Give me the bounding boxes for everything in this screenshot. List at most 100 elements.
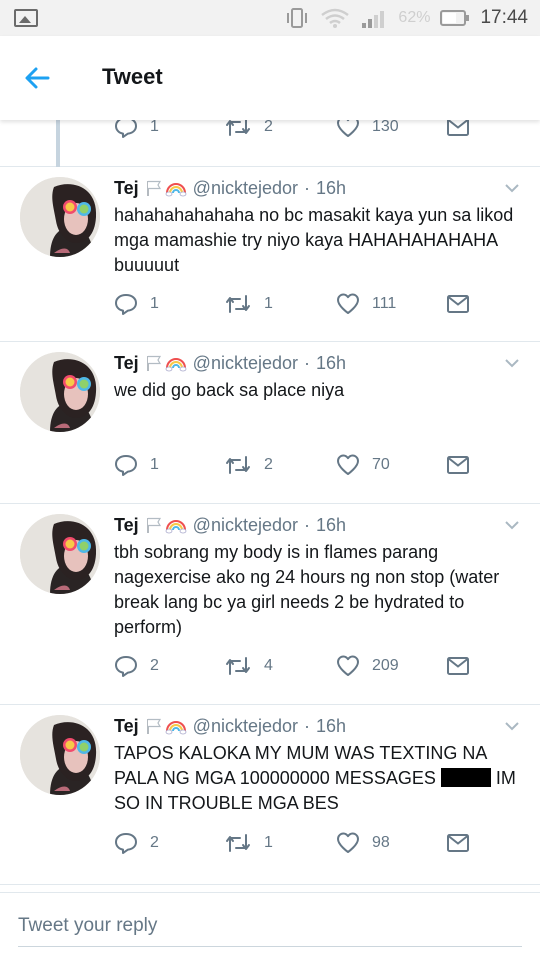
redaction-box xyxy=(440,768,491,787)
gallery-notification-icon xyxy=(14,9,38,27)
tweet[interactable]: Tej @nicktejedor · 16h TAPOS KALOKA MY M… xyxy=(0,705,540,885)
like-action[interactable]: 111 xyxy=(336,291,396,317)
avatar-photo xyxy=(20,715,100,795)
retweet-count: 2 xyxy=(264,118,273,135)
retweet-action[interactable]: 1 xyxy=(224,830,273,856)
like-count: 111 xyxy=(372,295,397,312)
heart-icon xyxy=(337,832,359,853)
heart-icon xyxy=(337,655,359,676)
chevron-down-icon[interactable] xyxy=(504,718,520,734)
like-count: 70 xyxy=(372,456,390,473)
heart-icon xyxy=(337,293,359,314)
avatar[interactable] xyxy=(20,715,100,795)
rainbow-icon xyxy=(165,520,187,534)
tweet[interactable]: Tej @nicktejedor · 16h tbh sobrang my bo… xyxy=(0,504,540,705)
like-action[interactable]: 209 xyxy=(336,653,399,679)
avatar-photo xyxy=(20,352,100,432)
heart-icon xyxy=(337,454,359,475)
retweet-icon xyxy=(226,456,250,474)
reply-action[interactable]: 2 xyxy=(114,653,159,679)
display-name[interactable]: Tej xyxy=(114,515,139,536)
tweet-actions: 1 1 111 xyxy=(114,291,484,317)
retweet-icon xyxy=(226,834,250,852)
chevron-down-icon[interactable] xyxy=(504,517,520,533)
retweet-count: 2 xyxy=(264,456,273,473)
reply-count: 2 xyxy=(150,657,159,674)
like-count: 209 xyxy=(372,657,399,674)
reply-icon xyxy=(115,656,137,677)
envelope-icon xyxy=(447,456,469,474)
retweet-action[interactable]: 2 xyxy=(224,452,273,478)
avatar[interactable] xyxy=(20,514,100,594)
tweet-header: Tej @nicktejedor · 16h xyxy=(114,176,346,200)
timestamp[interactable]: 16h xyxy=(316,716,346,737)
tweet-header: Tej @nicktejedor · 16h xyxy=(114,351,346,375)
tweet-actions: 1 2 70 xyxy=(114,452,484,478)
tweet[interactable]: Tej @nicktejedor · 16h we did go back sa… xyxy=(0,342,540,504)
username[interactable]: @nicktejedor xyxy=(193,716,298,737)
status-bar: 62% 17:44 xyxy=(0,0,540,36)
page-title: Tweet xyxy=(102,64,163,89)
dm-action[interactable] xyxy=(446,830,470,856)
chevron-down-icon[interactable] xyxy=(504,355,520,371)
battery-percent: 62% xyxy=(398,9,431,26)
back-arrow-icon[interactable] xyxy=(22,63,52,93)
avatar[interactable] xyxy=(20,352,100,432)
separator-dot: · xyxy=(304,352,310,373)
reply-count: 2 xyxy=(150,834,159,851)
retweet-action[interactable]: 1 xyxy=(224,291,273,317)
avatar[interactable] xyxy=(20,177,100,257)
rainbow-icon xyxy=(165,183,187,197)
retweet-action[interactable]: 4 xyxy=(224,653,273,679)
battery-icon xyxy=(440,10,470,26)
reply-icon xyxy=(115,294,137,315)
reply-count: 1 xyxy=(150,295,159,312)
display-name[interactable]: Tej xyxy=(114,716,139,737)
thread-line xyxy=(56,120,60,167)
tweet-text-part: TAPOS KALOKA MY MUM WAS TEXTING NA PALA … xyxy=(114,743,487,788)
like-count: 98 xyxy=(372,834,390,851)
separator-dot: · xyxy=(304,177,310,198)
tweet-actions: 2 1 98 xyxy=(114,830,484,856)
tweet-actions: 2 4 209 xyxy=(114,653,484,679)
dm-action[interactable] xyxy=(446,452,470,478)
timestamp[interactable]: 16h xyxy=(316,178,346,199)
signal-icon xyxy=(362,11,385,28)
clock: 17:44 xyxy=(480,7,528,28)
like-action[interactable]: 98 xyxy=(336,830,390,856)
timestamp[interactable]: 16h xyxy=(316,353,346,374)
tweet-text: we did go back sa place niya xyxy=(114,380,345,400)
reply-input[interactable] xyxy=(18,911,522,947)
tweet-text: hahahahahahaha no bc masakit kaya yun sa… xyxy=(114,205,514,275)
reply-action[interactable]: 1 xyxy=(114,291,159,317)
envelope-icon xyxy=(447,657,469,675)
username[interactable]: @nicktejedor xyxy=(193,515,298,536)
app-header: Tweet xyxy=(0,36,540,120)
tweet[interactable]: Tej @nicktejedor · 16h hahahahahahaha no… xyxy=(0,167,540,342)
avatar-photo xyxy=(20,514,100,594)
dm-action[interactable] xyxy=(446,653,470,679)
chevron-down-icon[interactable] xyxy=(504,180,520,196)
vibrate-icon xyxy=(287,8,308,28)
display-name[interactable]: Tej xyxy=(114,353,139,374)
reply-icon xyxy=(115,833,137,854)
retweet-icon xyxy=(226,295,250,313)
avatar-photo xyxy=(20,177,100,257)
username[interactable]: @nicktejedor xyxy=(193,178,298,199)
retweet-count: 1 xyxy=(264,834,273,851)
separator-dot: · xyxy=(304,715,310,736)
dm-action[interactable] xyxy=(446,291,470,317)
white-flag-icon xyxy=(146,718,161,734)
username[interactable]: @nicktejedor xyxy=(193,353,298,374)
like-action[interactable]: 70 xyxy=(336,452,390,478)
reply-action[interactable]: 2 xyxy=(114,830,159,856)
retweet-count: 4 xyxy=(264,657,273,674)
tweet-text: tbh sobrang my body is in flames parang … xyxy=(114,542,500,637)
envelope-icon xyxy=(447,295,469,313)
reply-action[interactable]: 1 xyxy=(114,452,159,478)
reply-count: 1 xyxy=(150,118,159,135)
white-flag-icon xyxy=(146,180,161,196)
envelope-icon xyxy=(447,834,469,852)
timestamp[interactable]: 16h xyxy=(316,515,346,536)
display-name[interactable]: Tej xyxy=(114,178,139,199)
